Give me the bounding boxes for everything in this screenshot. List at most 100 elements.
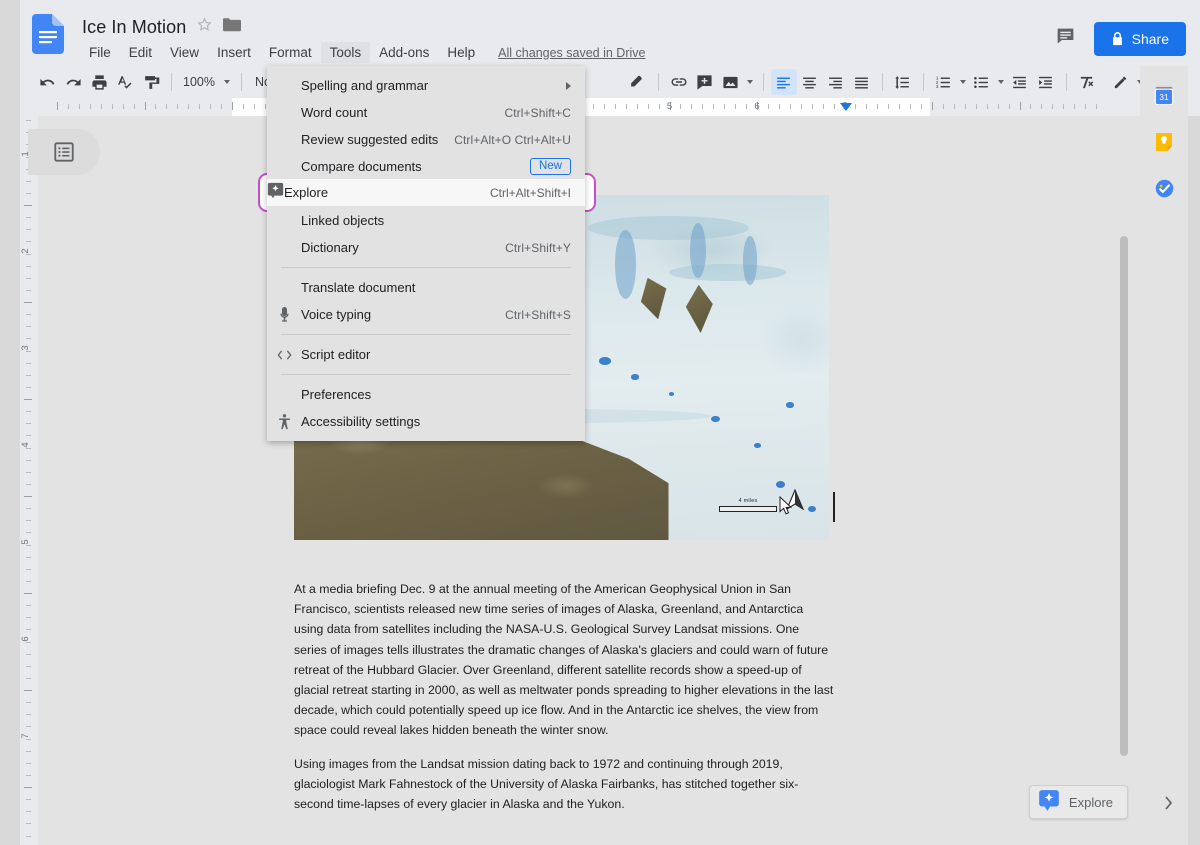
zoom-value: 100%	[183, 75, 215, 89]
ruler-tick	[1041, 104, 1043, 109]
bulleted-list-icon[interactable]	[969, 69, 995, 95]
menu-item-label: Accessibility settings	[301, 414, 421, 429]
align-center-icon[interactable]	[797, 69, 823, 95]
menu-item-dictionary[interactable]: Dictionary Ctrl+Shift+Y	[267, 234, 585, 261]
toolbar-divider-6	[922, 73, 924, 91]
image-icon[interactable]	[718, 69, 744, 95]
ruler-number: 5	[666, 101, 673, 112]
menu-item-preferences[interactable]: Preferences	[267, 381, 585, 408]
ruler-tick	[942, 104, 944, 109]
menu-separator	[281, 374, 571, 375]
ruler-tick	[144, 102, 146, 110]
folder-icon[interactable]	[223, 17, 242, 37]
menu-item-spelling-and-grammar[interactable]: Spelling and grammar	[267, 72, 585, 99]
ruler-number: 6	[754, 101, 760, 112]
paragraph-2[interactable]: Using images from the Landsat mission da…	[294, 754, 834, 815]
accessibility-icon	[267, 413, 301, 430]
vertical-ruler-tick	[24, 593, 32, 594]
ruler-tick	[78, 104, 80, 109]
align-justify-icon[interactable]	[849, 69, 875, 95]
vertical-ruler-ticks: 1234567	[20, 116, 38, 845]
menu-view[interactable]: View	[161, 42, 208, 63]
link-icon[interactable]	[666, 69, 692, 95]
horizontal-ruler[interactable]: 1234567	[20, 98, 1200, 116]
toolbar-divider-4	[762, 73, 764, 91]
document-outline-icon[interactable]	[28, 129, 100, 175]
ruler-tick	[964, 104, 966, 109]
vertical-ruler-tick	[26, 471, 31, 473]
paint-format-icon[interactable]	[138, 69, 164, 95]
docs-file-icon[interactable]	[32, 14, 70, 54]
ruler-tick	[155, 104, 157, 109]
menu-item-explore[interactable]: Explore Ctrl+Alt+Shift+I	[267, 179, 585, 206]
menu-item-script-editor[interactable]: Script editor	[267, 341, 585, 368]
comment-history-icon[interactable]	[1055, 26, 1076, 52]
menu-item-review-suggested-edits[interactable]: Review suggested edits Ctrl+Alt+O Ctrl+A…	[267, 126, 585, 153]
google-keep-icon[interactable]	[1150, 128, 1178, 156]
ruler-tick	[724, 104, 726, 109]
menu-insert[interactable]: Insert	[208, 42, 260, 63]
menu-help[interactable]: Help	[438, 42, 484, 63]
vertical-ruler-tick	[26, 702, 31, 704]
menu-edit[interactable]: Edit	[120, 42, 161, 63]
menu-item-accessibility-settings[interactable]: Accessibility settings	[267, 408, 585, 435]
toolbar-divider-3	[657, 73, 659, 91]
google-calendar-icon[interactable]: 31	[1150, 82, 1178, 110]
vertical-ruler-tick	[26, 811, 31, 813]
vertical-ruler-tick	[26, 483, 31, 485]
increase-indent-icon[interactable]	[1033, 69, 1059, 95]
spellcheck-icon[interactable]	[112, 69, 138, 95]
numbered-list-icon[interactable]: 123	[931, 69, 957, 95]
ruler-tick	[680, 104, 682, 109]
google-tasks-icon[interactable]	[1150, 174, 1178, 202]
numbered-list-caret[interactable]	[957, 69, 969, 95]
ruler-tick	[1074, 104, 1076, 109]
tools-dropdown-menu[interactable]: Spelling and grammar Word count Ctrl+Shi…	[267, 66, 585, 441]
menu-item-shortcut: Ctrl+Alt+Shift+I	[489, 185, 571, 200]
save-status[interactable]: All changes saved in Drive	[498, 46, 645, 60]
star-icon[interactable]	[196, 16, 213, 38]
menu-tools[interactable]: Tools	[320, 42, 371, 63]
editing-mode-icon[interactable]	[1107, 69, 1133, 95]
vertical-ruler-tick	[24, 690, 32, 691]
vertical-ruler[interactable]: 1234567	[20, 116, 38, 845]
menu-item-compare-documents[interactable]: Compare documents New	[267, 153, 585, 180]
clear-formatting-icon[interactable]	[1074, 69, 1100, 95]
comment-add-icon[interactable]	[692, 69, 718, 95]
ruler-tick	[122, 104, 124, 109]
menu-item-translate-document[interactable]: Translate document	[267, 274, 585, 301]
align-left-icon[interactable]	[770, 69, 797, 95]
bulleted-list-caret[interactable]	[995, 69, 1007, 95]
image-dropdown-caret[interactable]	[744, 69, 756, 95]
ruler-tick	[910, 104, 912, 109]
zoom-select[interactable]: 100%	[179, 75, 234, 89]
undo-icon[interactable]	[34, 69, 60, 95]
menu-item-linked-objects[interactable]: Linked objects	[267, 207, 585, 234]
page-title[interactable]: Ice In Motion	[82, 17, 186, 38]
menu-item-label: Translate document	[301, 280, 416, 295]
map-scale-label: 4 miles	[738, 498, 758, 504]
explore-button[interactable]: Explore	[1028, 785, 1128, 819]
menu-item-label: Voice typing	[301, 307, 372, 322]
vertical-scrollbar[interactable]	[1120, 236, 1128, 776]
indent-marker[interactable]	[840, 103, 852, 111]
ruler-tick	[789, 104, 791, 109]
text-color-icon[interactable]	[625, 69, 651, 95]
menu-addons[interactable]: Add-ons	[370, 42, 438, 63]
expand-side-panel-button[interactable]	[1154, 789, 1182, 817]
menu-item-voice-typing[interactable]: Voice typing Ctrl+Shift+S	[267, 301, 585, 328]
paragraph-1[interactable]: At a media briefing Dec. 9 at the annual…	[294, 579, 834, 741]
scrollbar-thumb[interactable]	[1120, 236, 1128, 756]
share-button[interactable]: Share	[1093, 22, 1186, 56]
menu-item-word-count[interactable]: Word count Ctrl+Shift+C	[267, 99, 585, 126]
decrease-indent-icon[interactable]	[1007, 69, 1033, 95]
menu-item-label: Spelling and grammar	[301, 78, 429, 93]
menu-item-label: Script editor	[301, 347, 371, 362]
share-button-label: Share	[1131, 31, 1169, 47]
menu-format[interactable]: Format	[260, 42, 321, 63]
menu-file[interactable]: File	[80, 42, 120, 63]
print-icon[interactable]	[86, 69, 112, 95]
redo-icon[interactable]	[60, 69, 86, 95]
align-right-icon[interactable]	[823, 69, 849, 95]
line-spacing-icon[interactable]	[890, 69, 916, 95]
